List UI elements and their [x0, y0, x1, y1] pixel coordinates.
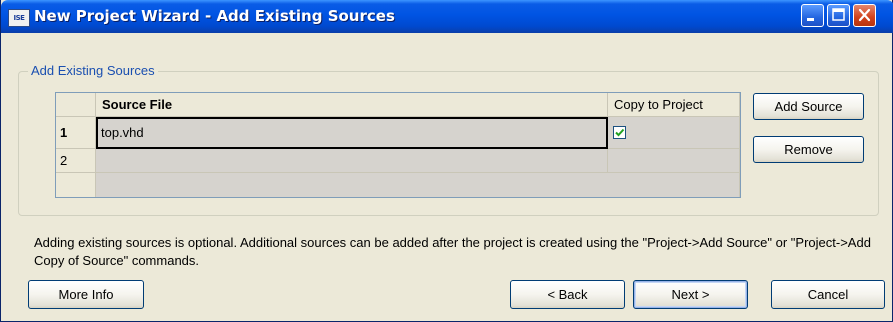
- more-info-button[interactable]: More Info: [28, 280, 144, 309]
- window-title: New Project Wizard - Add Existing Source…: [34, 7, 395, 25]
- add-source-button[interactable]: Add Source: [753, 93, 864, 120]
- wizard-window: ISE New Project Wizard - Add Existing So…: [0, 0, 893, 322]
- info-text: Adding existing sources is optional. Add…: [34, 235, 871, 268]
- copy-to-project-checkbox-row-1[interactable]: [613, 126, 626, 139]
- maximize-icon: [832, 8, 845, 21]
- back-button[interactable]: < Back: [510, 280, 625, 309]
- maximize-button[interactable]: [827, 4, 850, 27]
- close-icon: [858, 8, 871, 22]
- ise-app-icon: ISE: [8, 9, 30, 27]
- empty-row: [96, 173, 740, 197]
- close-button[interactable]: [853, 4, 876, 27]
- row-number-empty: [56, 173, 96, 197]
- next-button[interactable]: Next >: [633, 280, 748, 309]
- remove-button[interactable]: Remove: [753, 136, 864, 163]
- grid-corner-header: [56, 93, 96, 117]
- title-bar[interactable]: ISE New Project Wizard - Add Existing So…: [1, 0, 893, 33]
- copy-to-project-cell-row-2[interactable]: [608, 149, 740, 173]
- minimize-icon: [807, 18, 814, 21]
- group-label: Add Existing Sources: [28, 63, 158, 78]
- checkmark-icon: [615, 128, 625, 137]
- cancel-button[interactable]: Cancel: [771, 280, 885, 309]
- source-file-cell-row-1[interactable]: top.vhd: [96, 117, 608, 149]
- source-file-cell-row-2[interactable]: [96, 149, 608, 173]
- column-header-copy-to-project[interactable]: Copy to Project: [608, 93, 740, 117]
- minimize-button[interactable]: [801, 4, 824, 27]
- copy-to-project-cell-row-1[interactable]: [608, 117, 740, 149]
- sources-grid: Source File Copy to Project 1 top.vhd 2: [55, 92, 741, 198]
- column-header-source-file[interactable]: Source File: [96, 93, 608, 117]
- row-number-2[interactable]: 2: [56, 149, 96, 173]
- row-number-1[interactable]: 1: [56, 117, 96, 149]
